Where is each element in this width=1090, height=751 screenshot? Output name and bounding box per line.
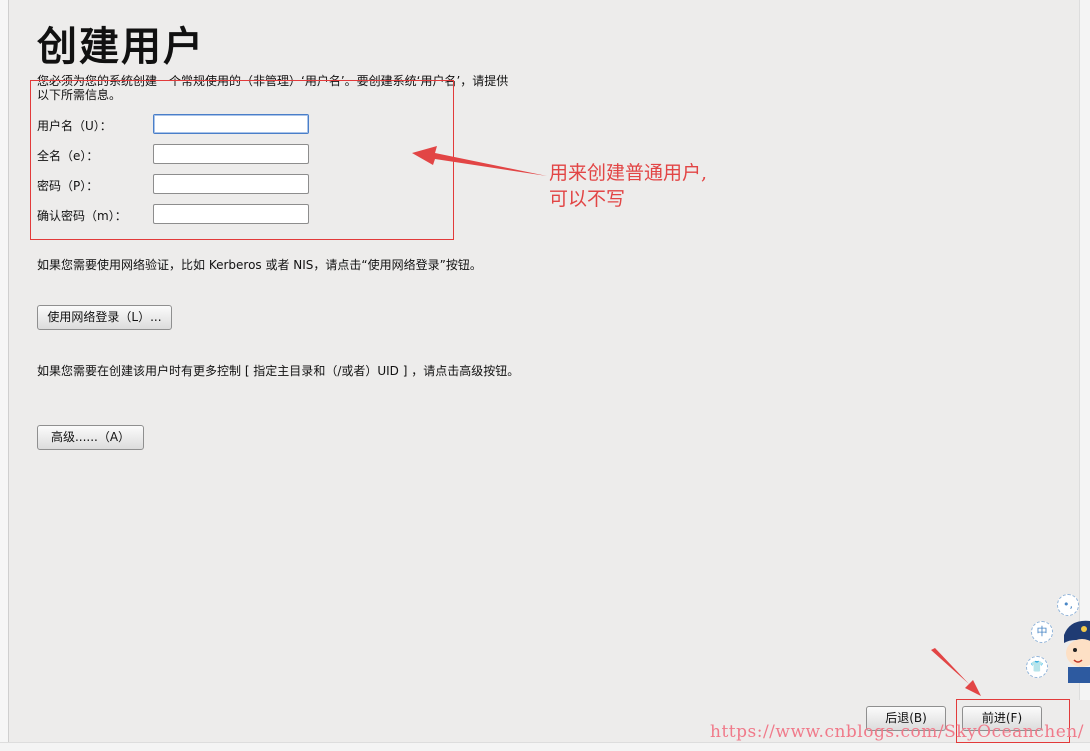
- network-note: 如果您需要使用网络验证，比如 Kerberos 或者 NIS，请点击“使用网络登…: [37, 258, 482, 272]
- advanced-button[interactable]: 高级......（A）: [37, 425, 144, 450]
- widget-badge-chat[interactable]: •,: [1057, 594, 1079, 616]
- widget-badge-language[interactable]: 中: [1031, 621, 1053, 643]
- window-bottom-edge: [0, 742, 1090, 751]
- window-left-border: [0, 0, 9, 751]
- window-right-edge: [1079, 0, 1090, 700]
- page-title: 创建用户: [37, 24, 205, 70]
- advanced-note: 如果您需要在创建该用户时有更多控制 [ 指定主目录和（/或者）UID ] ，请点…: [37, 364, 520, 378]
- annotation-arrow-icon: [412, 146, 547, 176]
- mascot-icon[interactable]: [1060, 615, 1090, 685]
- next-arrow-icon: [931, 648, 981, 696]
- annotation-text: 用来创建普通用户, 可以不写: [549, 160, 707, 212]
- widget-badge-skin[interactable]: 👕: [1026, 656, 1048, 678]
- annotation-line-2: 可以不写: [549, 188, 626, 210]
- annotation-highlight-box: [30, 80, 454, 240]
- watermark-text: https://www.cnblogs.com/SkyOceanchen/: [710, 722, 1084, 742]
- annotation-line-1: 用来创建普通用户,: [549, 162, 708, 184]
- network-login-button[interactable]: 使用网络登录（L）...: [37, 305, 172, 330]
